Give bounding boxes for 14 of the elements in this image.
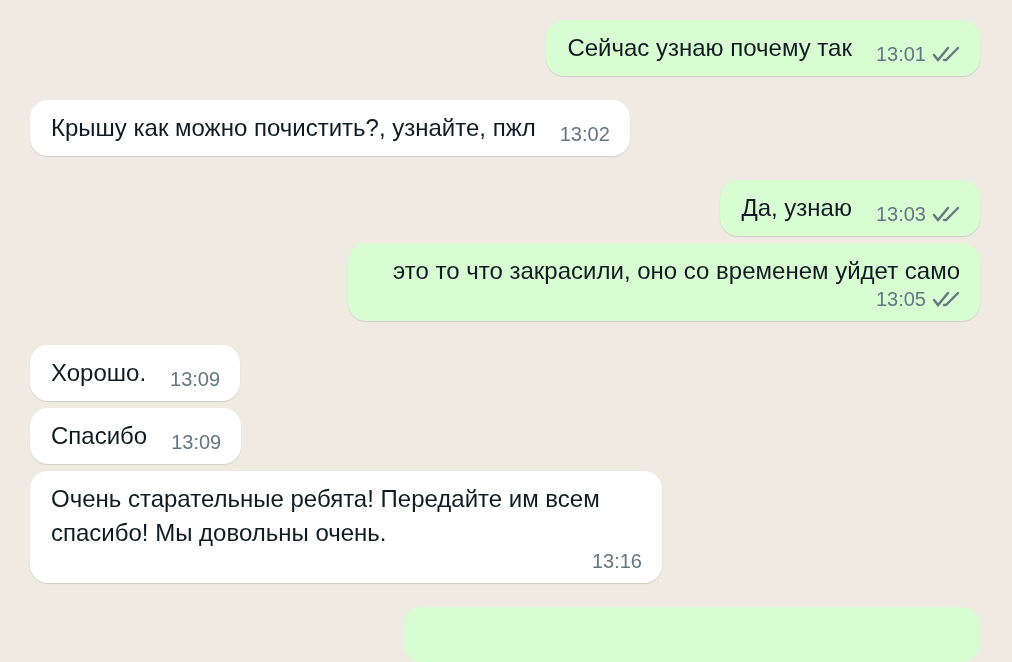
timestamp: 13:01 — [875, 43, 926, 65]
message-text: это то что закрасили, оно со временем уйдет само — [393, 256, 960, 286]
timestamp: 13:02 — [559, 123, 610, 145]
timestamp: 13:05 — [875, 288, 926, 310]
message-text: Крышу как можно почистить?, узнайте, пжл — [51, 113, 536, 143]
timestamp: 13:03 — [875, 203, 926, 225]
message-text: Сейчас узнаю почему так — [567, 33, 852, 63]
timestamp: 13:09 — [170, 368, 221, 390]
message-text: Спасибо — [51, 421, 148, 451]
message-text: Очень старательные ребята! Передайте им всем спасибо! Мы довольны очень. — [51, 484, 601, 548]
timestamp: 13:16 — [591, 550, 642, 572]
timestamp: 13:09 — [171, 431, 222, 453]
message-text: Хорошо. — [51, 358, 147, 388]
message-text: Да, узнаю — [741, 193, 852, 223]
